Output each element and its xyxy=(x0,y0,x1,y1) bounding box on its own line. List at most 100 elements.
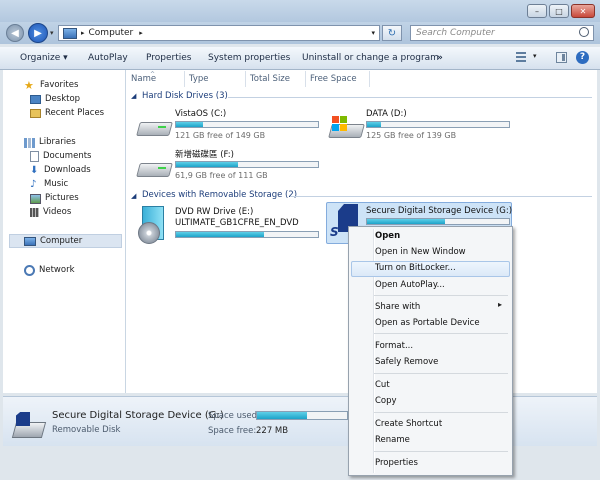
system-properties-button[interactable]: System properties xyxy=(208,47,290,70)
drive-d-free: 125 GB free of 139 GB xyxy=(366,131,457,140)
title-bar xyxy=(0,0,600,22)
nav-label: Recent Places xyxy=(45,108,105,118)
details-drive-icon xyxy=(10,408,47,442)
menu-format[interactable]: Format... xyxy=(375,338,413,354)
network-icon xyxy=(24,265,35,276)
maximize-icon: □ xyxy=(555,6,563,16)
nav-label: Videos xyxy=(43,207,72,217)
nav-label: Favorites xyxy=(40,80,79,90)
nav-documents[interactable]: Documents xyxy=(30,150,91,163)
menu-create-shortcut[interactable]: Create Shortcut xyxy=(375,416,442,432)
menu-properties[interactable]: Properties xyxy=(375,455,418,471)
drive-c-icon[interactable] xyxy=(136,116,173,136)
menu-turn-on-bitlocker[interactable]: Turn on BitLocker... xyxy=(375,260,456,276)
drive-c-free: 121 GB free of 149 GB xyxy=(175,131,266,140)
dvd-drive-icon[interactable] xyxy=(138,206,166,244)
nav-videos[interactable]: Videos xyxy=(30,206,71,219)
drive-g-name[interactable]: Secure Digital Storage Device (G:) xyxy=(366,206,512,216)
drive-f-name[interactable]: 新增磁碟區 (F:) xyxy=(175,148,234,160)
minimize-button[interactable]: – xyxy=(527,4,547,18)
column-header-name[interactable]: Name xyxy=(127,71,185,87)
column-header-type[interactable]: Type xyxy=(185,71,246,87)
sort-up-icon: ^ xyxy=(150,71,156,78)
menu-cut[interactable]: Cut xyxy=(375,377,390,393)
back-button[interactable]: ◀ xyxy=(6,24,24,42)
drive-c-usage-bar xyxy=(175,121,319,128)
forward-arrow-icon: ▶ xyxy=(34,27,42,39)
space-free-value: 227 MB xyxy=(256,426,289,436)
menu-rename[interactable]: Rename xyxy=(375,432,410,448)
drive-g-usage-bar xyxy=(366,218,510,225)
computer-icon xyxy=(24,237,36,246)
column-header-total-size[interactable]: Total Size xyxy=(246,71,306,87)
drive-f-icon[interactable] xyxy=(136,157,173,177)
column-label: Type xyxy=(189,74,209,84)
help-button[interactable]: ? xyxy=(576,51,589,64)
view-icon xyxy=(516,52,526,62)
group-removable[interactable]: Devices with Removable Storage (2) xyxy=(142,190,297,200)
address-field[interactable]: ▸ Computer ▸ ▾ xyxy=(58,25,380,41)
drive-c-name[interactable]: VistaOS (C:) xyxy=(175,109,226,119)
desktop-icon xyxy=(30,95,41,104)
column-label: Free Space xyxy=(310,74,357,84)
recent-pages-dropdown[interactable]: ▾ xyxy=(50,29,54,37)
videos-icon xyxy=(30,208,39,217)
group-collapse-icon[interactable]: ◢ xyxy=(131,192,136,200)
drive-d-name[interactable]: DATA (D:) xyxy=(366,109,407,119)
autoplay-button[interactable]: AutoPlay xyxy=(88,47,128,70)
details-usage-fill xyxy=(257,412,307,419)
nav-network[interactable]: Network xyxy=(24,264,75,277)
view-dropdown-icon[interactable]: ▾ xyxy=(533,52,537,60)
group-divider xyxy=(228,97,592,98)
search-icon[interactable] xyxy=(579,27,589,37)
menu-copy[interactable]: Copy xyxy=(375,393,397,409)
nav-desktop[interactable]: Desktop xyxy=(30,93,80,106)
close-button[interactable]: ✕ xyxy=(571,4,595,18)
menu-safely-remove[interactable]: Safely Remove xyxy=(375,354,438,370)
menu-share-with[interactable]: Share with xyxy=(375,299,420,315)
menu-open-autoplay[interactable]: Open AutoPlay... xyxy=(375,277,445,293)
menu-separator xyxy=(374,451,508,452)
maximize-button[interactable]: □ xyxy=(549,4,569,18)
group-collapse-icon[interactable]: ◢ xyxy=(131,92,136,100)
preview-pane-button[interactable] xyxy=(556,52,567,63)
drive-f-usage-bar xyxy=(175,161,319,168)
more-commands-button[interactable]: » xyxy=(437,47,443,70)
breadcrumb-computer[interactable]: Computer xyxy=(89,28,134,38)
nav-favorites[interactable]: ★ Favorites xyxy=(24,79,78,92)
change-view-button[interactable] xyxy=(516,52,530,64)
column-header-free-space[interactable]: Free Space xyxy=(306,71,370,87)
address-dropdown-icon[interactable]: ▾ xyxy=(371,29,375,37)
nav-music[interactable]: ♪ Music xyxy=(30,178,68,191)
menu-separator xyxy=(374,373,508,374)
forward-button[interactable]: ▶ xyxy=(28,23,48,43)
libraries-icon xyxy=(24,137,35,148)
organize-button[interactable]: Organize ▾ xyxy=(20,47,68,70)
drive-f-usage-fill xyxy=(176,162,239,167)
nav-recent-places[interactable]: Recent Places xyxy=(30,107,104,120)
properties-button[interactable]: Properties xyxy=(146,47,191,70)
nav-pictures[interactable]: Pictures xyxy=(30,192,79,205)
menu-open-new-window[interactable]: Open in New Window xyxy=(375,244,466,260)
nav-libraries[interactable]: Libraries xyxy=(24,136,76,149)
column-label: Total Size xyxy=(250,74,291,84)
group-hard-disks[interactable]: Hard Disk Drives (3) xyxy=(142,91,228,101)
drive-d-icon[interactable] xyxy=(328,116,365,138)
search-input[interactable]: Search Computer xyxy=(410,25,594,41)
menu-open-as-portable-device[interactable]: Open as Portable Device xyxy=(375,315,480,331)
drive-c-usage-fill xyxy=(176,122,203,127)
drive-e-name[interactable]: DVD RW Drive (E:) xyxy=(175,207,253,217)
nav-label: Documents xyxy=(43,151,92,161)
refresh-button[interactable]: ↻ xyxy=(382,25,402,41)
nav-label: Computer xyxy=(40,236,83,246)
breadcrumb-chevron-icon[interactable]: ▸ xyxy=(139,29,143,37)
preview-pane-icon xyxy=(562,54,565,61)
nav-downloads[interactable]: ⬇ Downloads xyxy=(30,164,91,177)
uninstall-program-button[interactable]: Uninstall or change a program xyxy=(302,47,439,70)
group-divider xyxy=(290,196,592,197)
nav-computer[interactable]: Computer xyxy=(24,235,82,248)
menu-open[interactable]: Open xyxy=(375,228,400,244)
submenu-arrow-icon: ▸ xyxy=(498,300,503,309)
menu-separator xyxy=(374,295,508,296)
computer-icon xyxy=(63,27,77,39)
